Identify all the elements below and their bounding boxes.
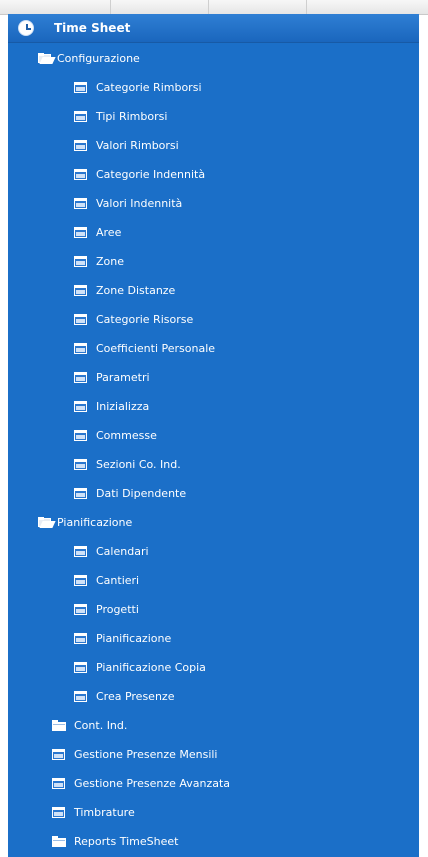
tree-item-gestione-presenze-mensili[interactable]: Gestione Presenze Mensili (8, 740, 419, 769)
tree-item-label: Gestione Presenze Avanzata (74, 777, 231, 790)
tree-item-categorie-risorse[interactable]: Categorie Risorse (8, 305, 419, 334)
form-icon (74, 401, 87, 412)
tree-item-valori-rimborsi[interactable]: Valori Rimborsi (8, 131, 419, 160)
folder-open-icon (38, 517, 56, 528)
panel-header[interactable]: Time Sheet (8, 14, 419, 43)
folder-configurazione[interactable]: Configurazione (8, 44, 419, 73)
form-icon (74, 314, 87, 325)
form-icon (74, 488, 87, 499)
folder-label: Configurazione (57, 52, 140, 65)
folder-closed-icon (52, 720, 66, 731)
navigation-panel: Time Sheet Configurazione Categorie Rimb… (8, 14, 419, 857)
tree-item-label: Categorie Risorse (96, 313, 194, 326)
form-icon (74, 604, 87, 615)
tree-item-label: Coefficienti Personale (96, 342, 216, 355)
tree-item-label: Pianificazione Copia (96, 661, 206, 674)
tree-item-categorie-indennita[interactable]: Categorie Indennità (8, 160, 419, 189)
form-icon (74, 430, 87, 441)
tree-item-label: Calendari (96, 545, 149, 558)
tree-item-label: Tipi Rimborsi (96, 110, 168, 123)
form-icon (74, 285, 87, 296)
tree-item-valori-indennita[interactable]: Valori Indennità (8, 189, 419, 218)
strip-separator (208, 0, 209, 14)
panel-title: Time Sheet (54, 21, 131, 35)
tree-item-label: Parametri (96, 371, 150, 384)
clock-icon (18, 20, 34, 36)
tree-item-sezioni-co-ind[interactable]: Sezioni Co. Ind. (8, 450, 419, 479)
top-strip (0, 0, 428, 15)
form-icon (74, 169, 87, 180)
folder-label: Reports TimeSheet (74, 835, 179, 848)
tree-item-label: Dati Dipendente (96, 487, 187, 500)
form-icon (74, 633, 87, 644)
tree-item-crea-presenze[interactable]: Crea Presenze (8, 682, 419, 711)
tree-item-label: Timbrature (74, 806, 135, 819)
form-icon (74, 575, 87, 586)
tree-item-label: Inizializza (96, 400, 150, 413)
folder-label: Cont. Ind. (74, 719, 128, 732)
tree-item-timbrature[interactable]: Timbrature (8, 798, 419, 827)
tree-item-aree[interactable]: Aree (8, 218, 419, 247)
tree-item-coefficienti-personale[interactable]: Coefficienti Personale (8, 334, 419, 363)
tree-item-label: Valori Rimborsi (96, 139, 179, 152)
form-icon (52, 749, 65, 760)
form-icon (74, 691, 87, 702)
tree-item-zone[interactable]: Zone (8, 247, 419, 276)
form-icon (74, 546, 87, 557)
tree-item-label: Gestione Presenze Mensili (74, 748, 218, 761)
tree-item-zone-distanze[interactable]: Zone Distanze (8, 276, 419, 305)
form-icon (74, 140, 87, 151)
form-icon (74, 227, 87, 238)
form-icon (52, 807, 65, 818)
tree-item-label: Categorie Rimborsi (96, 81, 202, 94)
form-icon (74, 662, 87, 673)
tree-item-commesse[interactable]: Commesse (8, 421, 419, 450)
tree-item-inizializza[interactable]: Inizializza (8, 392, 419, 421)
tree-item-label: Commesse (96, 429, 157, 442)
tree-item-categorie-rimborsi[interactable]: Categorie Rimborsi (8, 73, 419, 102)
tree-item-dati-dipendente[interactable]: Dati Dipendente (8, 479, 419, 508)
form-icon (74, 111, 87, 122)
form-icon (74, 198, 87, 209)
folder-label: Pianificazione (57, 516, 133, 529)
tree-item-label: Crea Presenze (96, 690, 175, 703)
tree-item-cantieri[interactable]: Cantieri (8, 566, 419, 595)
form-icon (74, 82, 87, 93)
tree-item-label: Valori Indennità (96, 197, 183, 210)
tree-item-label: Sezioni Co. Ind. (96, 458, 181, 471)
folder-closed-icon (52, 836, 66, 847)
tree-item-pianificazione[interactable]: Pianificazione (8, 624, 419, 653)
tree-item-gestione-presenze-avanzata[interactable]: Gestione Presenze Avanzata (8, 769, 419, 798)
tree-item-label: Categorie Indennità (96, 168, 206, 181)
folder-pianificazione[interactable]: Pianificazione (8, 508, 419, 537)
form-icon (74, 343, 87, 354)
form-icon (74, 459, 87, 470)
tree-item-label: Cantieri (96, 574, 140, 587)
folder-reports-timesheet[interactable]: Reports TimeSheet (8, 827, 419, 856)
tree-item-label: Zone Distanze (96, 284, 176, 297)
form-icon (52, 778, 65, 789)
strip-separator (306, 0, 307, 14)
tree-item-label: Zone (96, 255, 125, 268)
form-icon (74, 372, 87, 383)
folder-cont-ind[interactable]: Cont. Ind. (8, 711, 419, 740)
strip-separator (110, 0, 111, 14)
tree-item-parametri[interactable]: Parametri (8, 363, 419, 392)
tree-item-pianificazione-copia[interactable]: Pianificazione Copia (8, 653, 419, 682)
tree-item-calendari[interactable]: Calendari (8, 537, 419, 566)
tree-item-label: Aree (96, 226, 122, 239)
tree-item-progetti[interactable]: Progetti (8, 595, 419, 624)
tree-item-label: Progetti (96, 603, 139, 616)
folder-open-icon (38, 53, 56, 64)
tree-item-label: Pianificazione (96, 632, 172, 645)
tree-item-tipi-rimborsi[interactable]: Tipi Rimborsi (8, 102, 419, 131)
form-icon (74, 256, 87, 267)
